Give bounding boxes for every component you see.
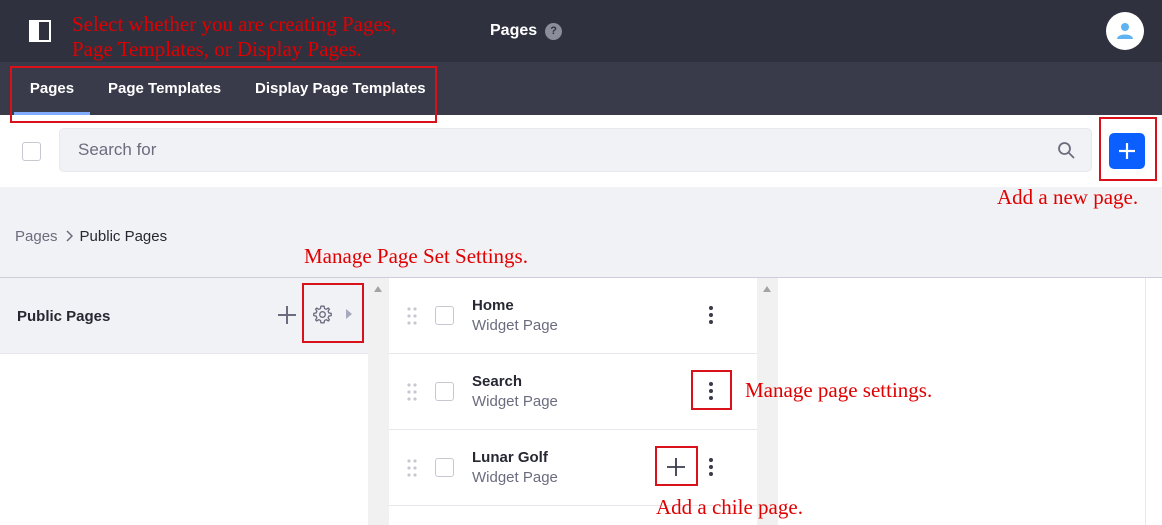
miller-columns: Public Pages Home Widget Page Search Wid…	[0, 277, 1162, 525]
page-title-text[interactable]: Home	[472, 297, 514, 314]
user-avatar[interactable]	[1106, 12, 1144, 50]
row-checkbox[interactable]	[435, 458, 454, 477]
annotation-page-set: Manage Page Set Settings.	[304, 244, 528, 268]
user-icon	[1117, 23, 1133, 39]
kebab-menu-icon[interactable]	[707, 457, 715, 477]
scroll-up-icon[interactable]	[374, 286, 382, 292]
drag-handle-icon[interactable]	[407, 383, 417, 401]
drag-handle-icon[interactable]	[407, 307, 417, 325]
page-title-group: Pages ?	[490, 20, 563, 42]
page-type-text: Widget Page	[472, 393, 558, 410]
page-scrollbar[interactable]	[1145, 278, 1162, 525]
search-box	[59, 128, 1092, 172]
help-icon[interactable]: ?	[545, 22, 563, 40]
breadcrumb-current: Public Pages	[79, 227, 168, 245]
annotation-box-kebab	[691, 370, 732, 410]
management-toolbar	[0, 115, 1162, 187]
drag-handle-icon[interactable]	[407, 459, 417, 477]
annotation-child-page: Add a chile page.	[656, 495, 803, 519]
list-item[interactable]: Home Widget Page	[389, 278, 757, 354]
page-type-text: Widget Page	[472, 317, 558, 334]
page-set-label: Public Pages	[17, 308, 111, 325]
page-type-text: Widget Page	[472, 469, 558, 486]
chevron-right-icon	[66, 230, 73, 242]
column-scrollbar[interactable]	[368, 278, 389, 525]
row-checkbox[interactable]	[435, 382, 454, 401]
kebab-menu-icon[interactable]	[707, 305, 715, 325]
search-icon[interactable]	[1057, 141, 1075, 159]
page-title: Pages	[490, 22, 538, 39]
search-input[interactable]	[78, 129, 1038, 171]
annotation-box-add-page	[1099, 117, 1157, 181]
page-title-text[interactable]: Lunar Golf	[472, 449, 548, 466]
select-all-checkbox[interactable]	[22, 142, 41, 161]
annotation-box-tabs	[10, 66, 437, 123]
row-checkbox[interactable]	[435, 306, 454, 325]
annotation-page-settings: Manage page settings.	[745, 378, 933, 402]
product-menu-toggle-icon[interactable]	[29, 20, 51, 42]
annotation-box-child-add	[655, 446, 698, 486]
annotation-tabs-line1: Select whether you are creating Pages,	[72, 12, 397, 36]
annotation-add-page: Add a new page.	[997, 185, 1139, 209]
scroll-up-icon[interactable]	[763, 286, 771, 292]
annotation-tabs-line2: Page Templates, or Display Pages.	[72, 37, 362, 61]
breadcrumb: Pages Public Pages	[15, 227, 167, 245]
annotation-box-gear	[302, 283, 364, 343]
breadcrumb-root[interactable]: Pages	[15, 228, 58, 245]
add-page-icon[interactable]	[276, 304, 298, 326]
page-title-text[interactable]: Search	[472, 373, 522, 390]
